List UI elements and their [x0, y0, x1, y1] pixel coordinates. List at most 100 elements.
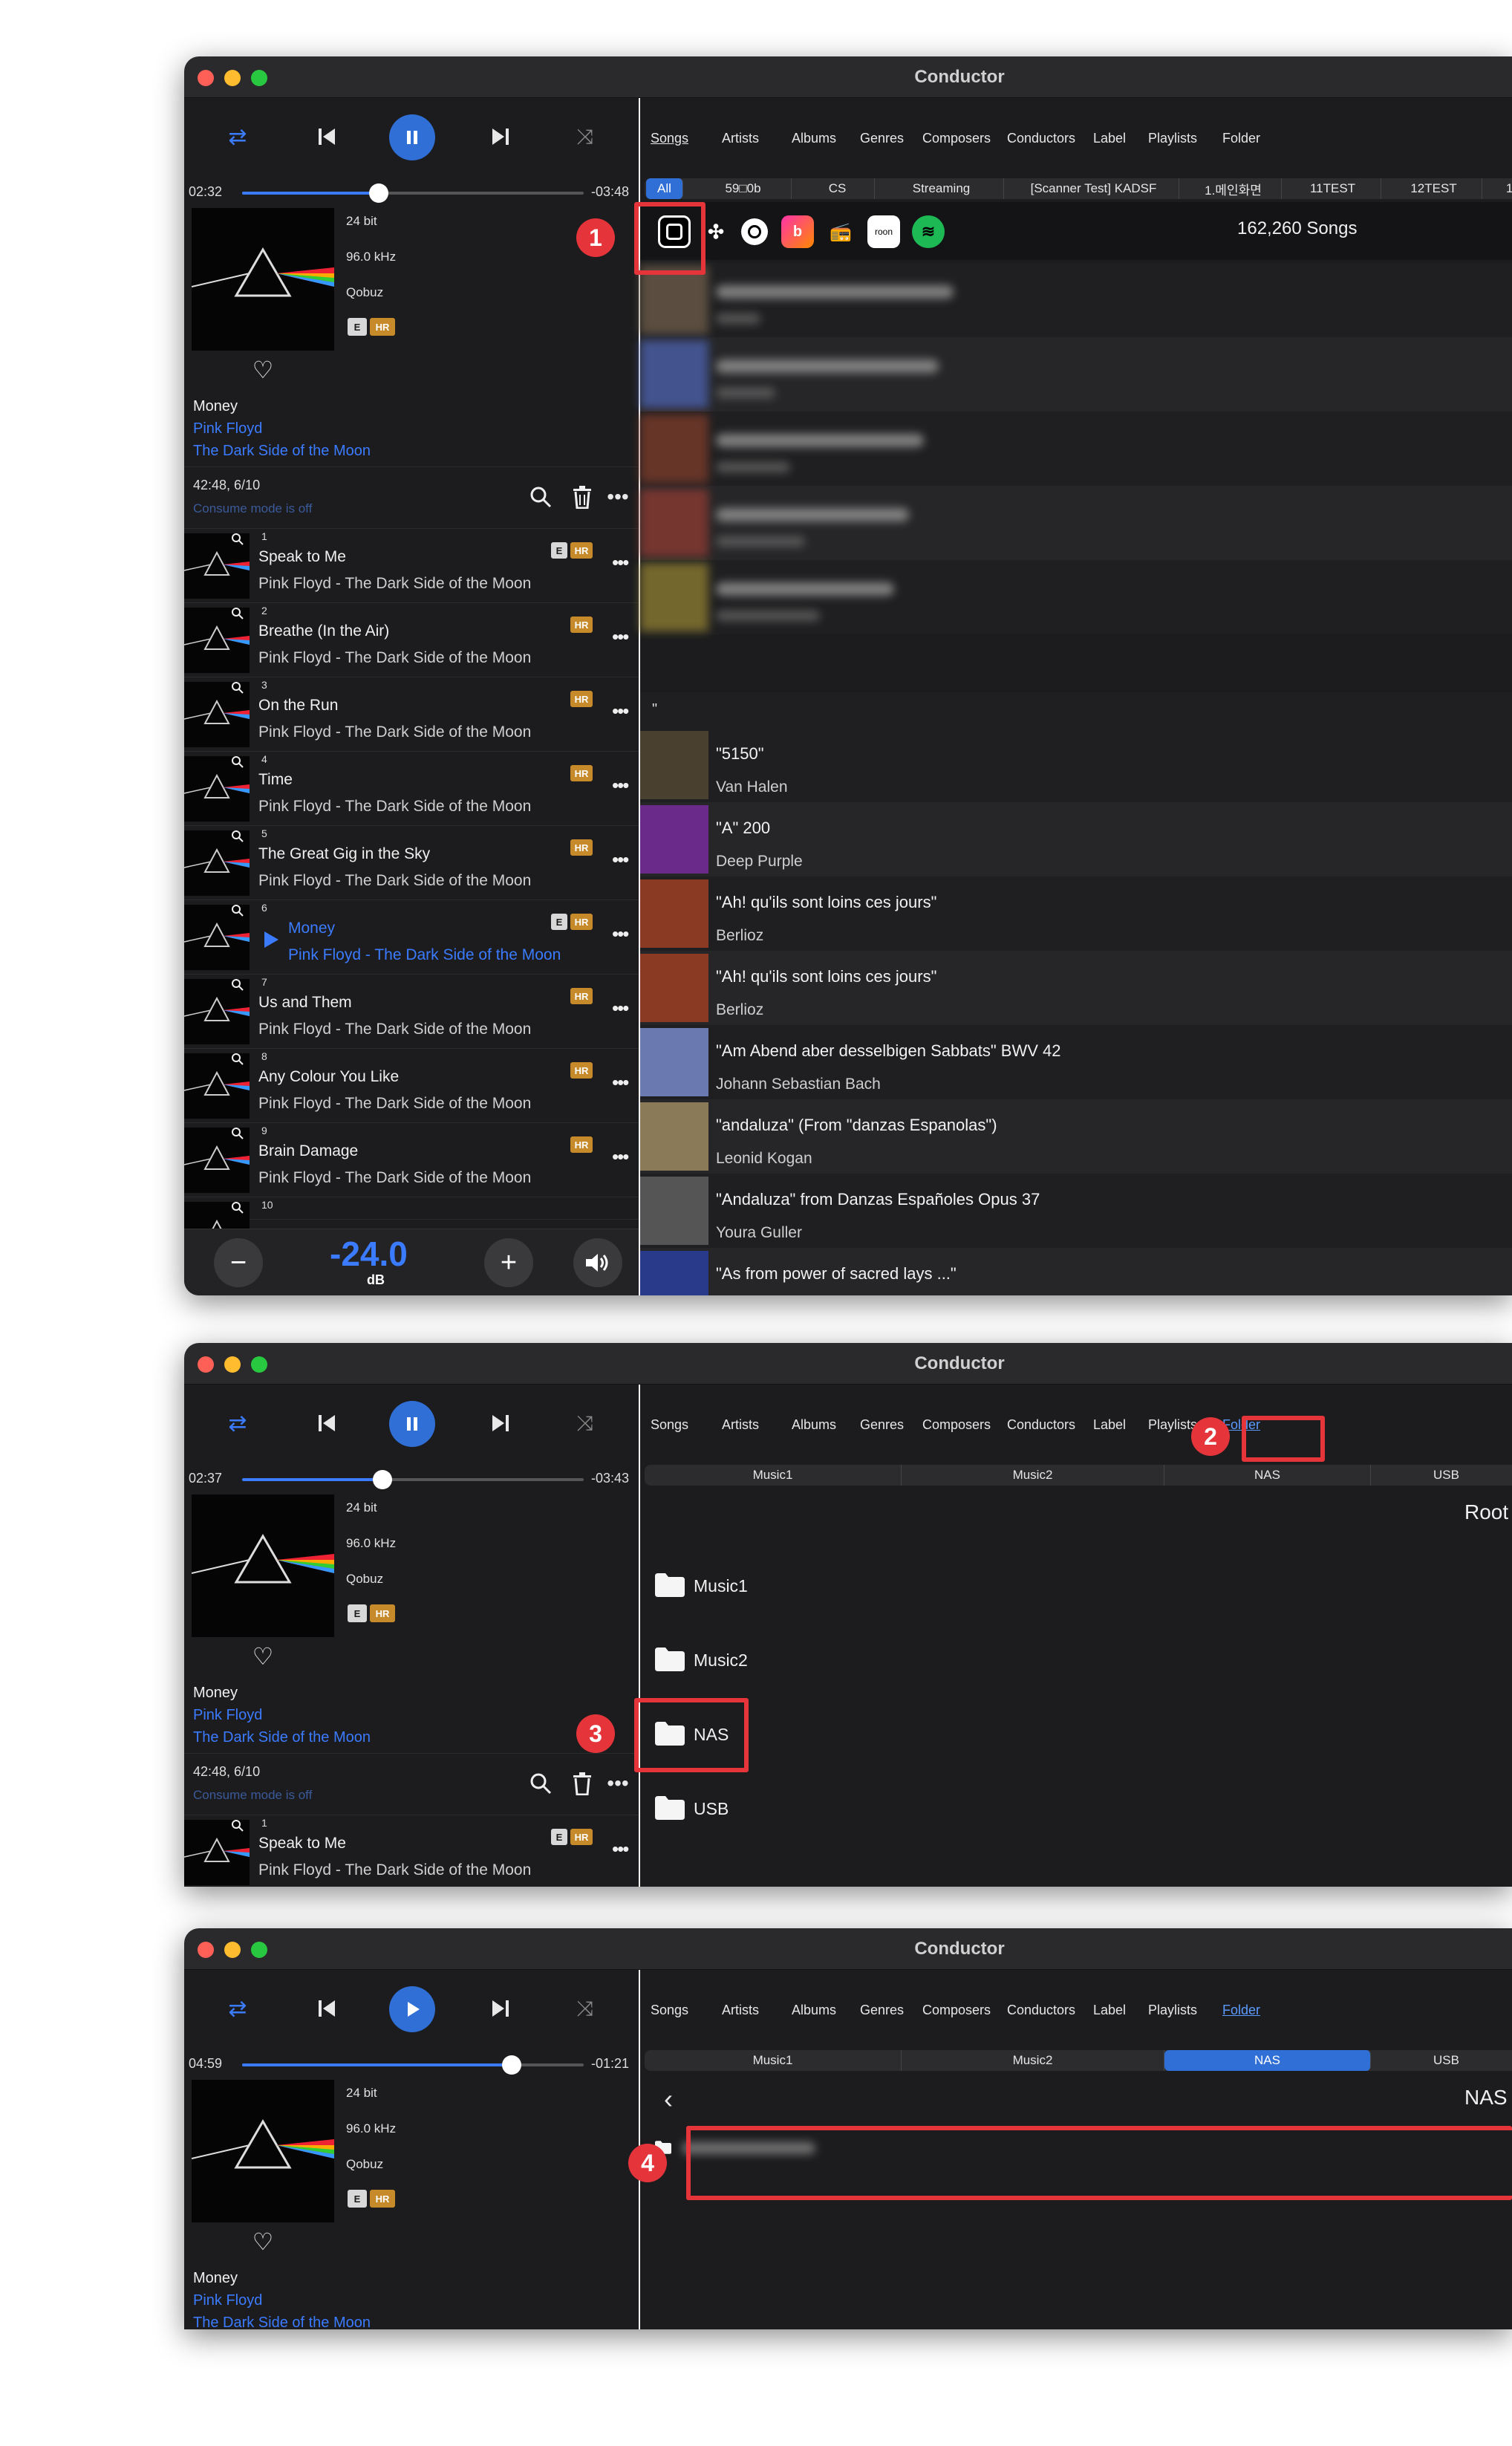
queue-row[interactable]: 9 Brain Damage Pink Floyd - The Dark Side …: [184, 1123, 639, 1197]
zoom-icon[interactable]: [230, 978, 245, 992]
repeat-icon[interactable]: ⇄: [224, 123, 251, 150]
segment-usb[interactable]: USB: [1372, 2050, 1512, 2071]
tab-albums[interactable]: Albums: [792, 131, 836, 146]
queue-more-icon[interactable]: •••: [612, 700, 629, 723]
now-playing-album[interactable]: The Dark Side of the Moon: [193, 2315, 371, 2329]
next-track-icon[interactable]: [484, 1992, 517, 2025]
favorite-heart-icon[interactable]: ♡: [250, 1643, 276, 1670]
tab-albums[interactable]: Albums: [792, 2003, 836, 2018]
tab-genres[interactable]: Genres: [860, 2003, 904, 2018]
segment-0[interactable]: All: [646, 178, 683, 199]
song-row[interactable]: "5150" Van Halen: [640, 728, 1512, 802]
zoom-icon[interactable]: [230, 903, 245, 918]
tab-artists[interactable]: Artists: [722, 2003, 759, 2018]
zoom-icon[interactable]: [230, 1200, 245, 1215]
tab-songs[interactable]: Songs: [651, 1417, 688, 1433]
queue-more-icon[interactable]: •••: [612, 1071, 629, 1094]
segment-music1[interactable]: Music1: [645, 1465, 902, 1486]
queue-more-icon[interactable]: •••: [612, 625, 629, 648]
tab-songs[interactable]: Songs: [651, 131, 688, 146]
queue-more-icon[interactable]: •••: [612, 1838, 629, 1861]
zoom-icon[interactable]: [230, 1052, 245, 1067]
zoom-icon[interactable]: [230, 829, 245, 844]
seek-bar[interactable]: [242, 2055, 584, 2075]
seek-bar[interactable]: [242, 1470, 584, 1489]
zoom-icon[interactable]: [230, 1818, 245, 1833]
tab-playlists[interactable]: Playlists: [1148, 131, 1197, 146]
segment-1[interactable]: 59□0b: [695, 178, 792, 199]
segment-nas[interactable]: NAS: [1164, 1465, 1371, 1486]
radio-icon[interactable]: 📻: [824, 215, 857, 248]
roon-icon[interactable]: roon: [867, 215, 900, 248]
segment-music2[interactable]: Music2: [902, 1465, 1164, 1486]
song-row[interactable]: "Andaluza" from Danzas Españoles Opus 37…: [640, 1174, 1512, 1248]
zoom-icon[interactable]: [230, 1126, 245, 1141]
song-row[interactable]: "A" 200 Deep Purple: [640, 802, 1512, 876]
segment-music1[interactable]: Music1: [645, 2050, 902, 2071]
tab-label[interactable]: Label: [1093, 1417, 1126, 1433]
favorite-heart-icon[interactable]: ♡: [250, 2228, 276, 2255]
folder-item-music2[interactable]: Music2: [640, 1624, 1512, 1698]
segment-6[interactable]: 11TEST: [1285, 178, 1381, 199]
now-playing-album[interactable]: The Dark Side of the Moon: [193, 1729, 371, 1746]
blurred-song-row[interactable]: [640, 560, 1512, 634]
queue-more-icon[interactable]: •••: [612, 997, 629, 1020]
back-chevron-icon[interactable]: ‹: [655, 2084, 682, 2114]
trash-icon[interactable]: [567, 482, 597, 512]
blurred-song-row[interactable]: [640, 337, 1512, 412]
seek-bar-knob[interactable]: [372, 1470, 392, 1489]
song-row[interactable]: "Ah! qu'ils sont loins ces jours" Berlioz: [640, 876, 1512, 951]
now-playing-artist[interactable]: Pink Floyd: [193, 420, 262, 438]
volume-down-button[interactable]: −: [214, 1238, 263, 1287]
blurred-song-row[interactable]: [640, 263, 1512, 337]
folder-item-music1[interactable]: Music1: [640, 1549, 1512, 1624]
qobuz-icon[interactable]: [741, 218, 768, 245]
tab-albums[interactable]: Albums: [792, 1417, 836, 1433]
previous-track-icon[interactable]: [310, 120, 343, 153]
seek-bar-knob[interactable]: [369, 183, 388, 203]
pause-button[interactable]: [389, 1401, 435, 1447]
shuffle-icon[interactable]: ⤨: [572, 123, 599, 150]
segment-3[interactable]: Streaming: [879, 178, 1004, 199]
zoom-icon[interactable]: [230, 532, 245, 547]
tab-label[interactable]: Label: [1093, 2003, 1126, 2018]
search-icon[interactable]: [526, 1769, 555, 1798]
tab-label[interactable]: Label: [1093, 131, 1126, 146]
tab-composers[interactable]: Composers: [922, 131, 991, 146]
now-playing-artist[interactable]: Pink Floyd: [193, 1707, 262, 1724]
blurred-song-row[interactable]: [640, 486, 1512, 560]
segment-8[interactable]: 13_89: [1487, 178, 1512, 199]
zoom-icon[interactable]: [230, 680, 245, 695]
queue-row[interactable]: 3 On the Run Pink Floyd - The Dark Side of…: [184, 677, 639, 752]
tab-genres[interactable]: Genres: [860, 131, 904, 146]
queue-row[interactable]: 1 Speak to Me Pink Floyd - The Dark Side o…: [184, 1815, 639, 1887]
segment-4[interactable]: [Scanner Test] KADSF: [1008, 178, 1179, 199]
tab-artists[interactable]: Artists: [722, 1417, 759, 1433]
volume-up-button[interactable]: +: [484, 1238, 533, 1287]
queue-more-icon[interactable]: •••: [612, 1145, 629, 1168]
zoom-icon[interactable]: [230, 755, 245, 770]
queue-more-icon[interactable]: •••: [612, 774, 629, 797]
queue-row[interactable]: 6 Money Pink Floyd - The Dark Side of the …: [184, 900, 639, 975]
queue-row[interactable]: 5 The Great Gig in the Sky Pink Floyd - Th…: [184, 826, 639, 900]
segment-nas[interactable]: NAS: [1164, 2050, 1371, 2071]
repeat-icon[interactable]: ⇄: [224, 1410, 251, 1437]
previous-track-icon[interactable]: [310, 1407, 343, 1440]
song-row[interactable]: "As from power of sacred lays ..."Handel: [640, 1248, 1512, 1295]
search-icon[interactable]: [526, 482, 555, 512]
album-art[interactable]: [192, 208, 334, 351]
segment-7[interactable]: 12TEST: [1386, 178, 1482, 199]
tab-composers[interactable]: Composers: [922, 1417, 991, 1433]
song-row[interactable]: "Am Abend aber desselbigen Sabbats" BWV …: [640, 1025, 1512, 1099]
favorite-heart-icon[interactable]: ♡: [250, 357, 276, 383]
tab-folder[interactable]: Folder: [1222, 131, 1260, 146]
now-playing-artist[interactable]: Pink Floyd: [193, 2292, 262, 2309]
tab-songs[interactable]: Songs: [651, 2003, 688, 2018]
album-art[interactable]: [192, 1494, 334, 1637]
segment-2[interactable]: CS: [801, 178, 875, 199]
song-row[interactable]: "andaluza" (From "danzas Espanolas") Leon…: [640, 1099, 1512, 1174]
queue-row[interactable]: 7 Us and Them Pink Floyd - The Dark Side o…: [184, 975, 639, 1049]
song-row[interactable]: "Ah! qu'ils sont loins ces jours" Berlioz: [640, 951, 1512, 1025]
segment-5[interactable]: 1.메인화면: [1185, 178, 1282, 199]
folder-item-nas[interactable]: NAS: [640, 1698, 1512, 1772]
